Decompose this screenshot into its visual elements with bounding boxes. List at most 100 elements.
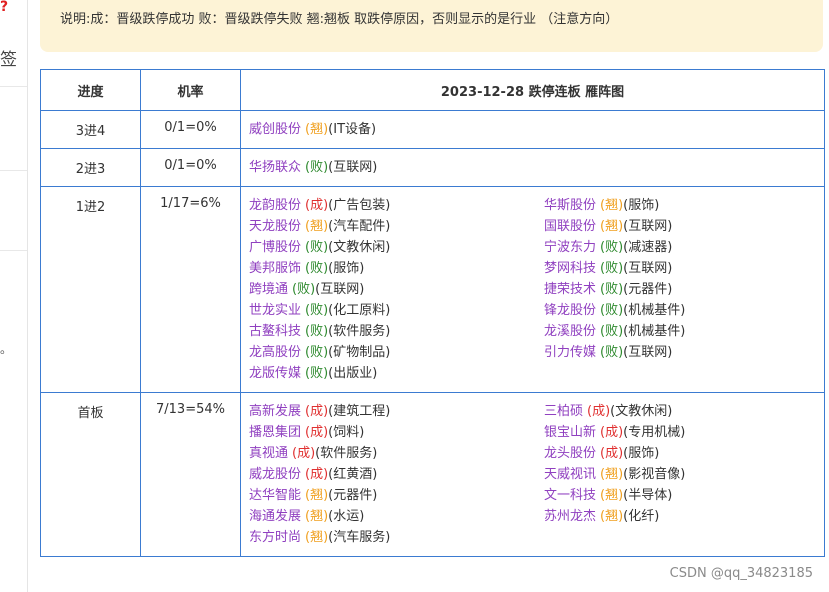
stock-status: (败) (305, 366, 329, 381)
stock-item: 播恩集团 (成)(饲料) (249, 422, 544, 443)
stock-industry: (矿物制品) (328, 345, 391, 360)
stock-industry: (建筑工程) (328, 404, 391, 419)
stock-industry: (化工原料) (328, 303, 391, 318)
stock-industry: (服饰) (623, 198, 660, 213)
stock-name-link[interactable]: 东方时尚 (249, 530, 301, 545)
stock-item: 天威视讯 (翘)(影视音像) (544, 464, 784, 485)
stock-name-link[interactable]: 文一科技 (544, 488, 596, 503)
row-rate: 0/1=0% (140, 148, 241, 187)
stock-name-link[interactable]: 龙头股份 (544, 446, 596, 461)
stock-industry: (文教休闲) (610, 404, 673, 419)
stock-status: (败) (600, 303, 624, 318)
stock-industry: (软件服务) (315, 446, 378, 461)
row-stocks: 威创股份 (翘)(IT设备) (240, 110, 825, 149)
stock-name-link[interactable]: 锋龙股份 (544, 303, 596, 318)
stock-industry: (互联网) (328, 160, 378, 175)
stock-item: 古鳌科技 (败)(软件服务) (249, 321, 544, 342)
stock-industry: (服饰) (623, 446, 660, 461)
stock-item: 天龙股份 (翘)(汽车配件) (249, 216, 544, 237)
stock-list: 威创股份 (翘)(IT设备) (249, 119, 824, 140)
table-row: 2进3 0/1=0% 华扬联众 (败)(互联网) (40, 148, 825, 187)
legend-notice: 说明:成：晋级跌停成功 败：晋级跌停失败 翘:翘板 取跌停原因，否则显示的是行业… (40, 0, 823, 52)
stock-status: (成) (292, 446, 316, 461)
stock-name-link[interactable]: 真视通 (249, 446, 288, 461)
stock-status: (翘) (600, 219, 624, 234)
stock-item: 东方时尚 (翘)(汽车服务) (249, 527, 544, 548)
stock-status: (败) (305, 261, 329, 276)
stock-item: 苏州龙杰 (翘)(化纤) (544, 506, 784, 527)
stock-status: (败) (305, 303, 329, 318)
header-title: 2023-12-28 跌停连板 雁阵图 (240, 69, 825, 111)
stock-name-link[interactable]: 国联股份 (544, 219, 596, 234)
stock-item: 达华智能 (翘)(元器件) (249, 485, 544, 506)
stock-name-link[interactable]: 威龙股份 (249, 467, 301, 482)
legend-text: 说明:成：晋级跌停成功 败：晋级跌停失败 翘:翘板 取跌停原因，否则显示的是行业… (60, 12, 619, 27)
header-progress: 进度 (40, 69, 141, 111)
stock-name-link[interactable]: 龙高股份 (249, 345, 301, 360)
sidebar-divider (0, 250, 27, 251)
stock-status: (成) (305, 467, 329, 482)
stock-status: (败) (305, 345, 329, 360)
stock-name-link[interactable]: 银宝山新 (544, 425, 596, 440)
stock-item: 三柏硕 (成)(文教休闲) (544, 401, 784, 422)
stock-item: 捷荣技术 (败)(元器件) (544, 279, 784, 300)
row-rate: 1/17=6% (140, 186, 241, 393)
stock-name-link[interactable]: 广博股份 (249, 240, 301, 255)
stock-name-link[interactable]: 龙版传媒 (249, 366, 301, 381)
stock-status: (翘) (600, 488, 624, 503)
stock-name-link[interactable]: 世龙实业 (249, 303, 301, 318)
row-progress: 3进4 (40, 110, 141, 149)
stock-status: (败) (600, 240, 624, 255)
stock-item: 梦网科技 (败)(互联网) (544, 258, 784, 279)
stock-industry: (互联网) (623, 345, 673, 360)
stock-name-link[interactable]: 梦网科技 (544, 261, 596, 276)
stock-status: (翘) (600, 467, 624, 482)
stock-item: 文一科技 (翘)(半导体) (544, 485, 784, 506)
stock-name-link[interactable]: 龙溪股份 (544, 324, 596, 339)
stock-status: (翘) (305, 488, 329, 503)
stock-name-link[interactable]: 美邦服饰 (249, 261, 301, 276)
stock-name-link[interactable]: 跨境通 (249, 282, 288, 297)
stock-name-link[interactable]: 天龙股份 (249, 219, 301, 234)
stock-name-link[interactable]: 播恩集团 (249, 425, 301, 440)
table-row: 1进2 1/17=6% 龙韵股份 (成)(广告包装) 华斯股份 (翘)(服饰) 天龙股份 (翘… (40, 186, 825, 393)
stock-name-link[interactable]: 高新发展 (249, 404, 301, 419)
stock-item: 龙高股份 (败)(矿物制品) (249, 342, 544, 363)
stock-name-link[interactable]: 达华智能 (249, 488, 301, 503)
sidebar-char[interactable]: 签 (0, 48, 17, 72)
stock-name-link[interactable]: 天威视讯 (544, 467, 596, 482)
stock-name-link[interactable]: 威创股份 (249, 122, 301, 137)
stock-status: (翘) (305, 122, 329, 137)
stock-status: (翘) (305, 530, 329, 545)
stock-status: (败) (600, 324, 624, 339)
sidebar-divider (0, 86, 27, 87)
stock-industry: (饲料) (328, 425, 365, 440)
stock-list: 华扬联众 (败)(互联网) (249, 157, 824, 178)
stock-name-link[interactable]: 古鳌科技 (249, 324, 301, 339)
stock-status: (败) (600, 345, 624, 360)
stock-industry: (软件服务) (328, 324, 391, 339)
stock-name-link[interactable]: 海通发展 (249, 509, 301, 524)
stock-name-link[interactable]: 捷荣技术 (544, 282, 596, 297)
stock-name-link[interactable]: 苏州龙杰 (544, 509, 596, 524)
stock-name-link[interactable]: 宁波东力 (544, 240, 596, 255)
stock-status: (败) (305, 160, 329, 175)
stock-name-link[interactable]: 三柏硕 (544, 404, 583, 419)
stock-industry: (互联网) (623, 261, 673, 276)
stock-item: 宁波东力 (败)(减速器) (544, 237, 784, 258)
stock-status: (翘) (600, 198, 624, 213)
stock-status: (败) (305, 324, 329, 339)
stock-name-link[interactable]: 引力传媒 (544, 345, 596, 360)
stock-industry: (汽车服务) (328, 530, 391, 545)
stock-name-link[interactable]: 华斯股份 (544, 198, 596, 213)
stock-status: (翘) (600, 509, 624, 524)
stock-item: 威创股份 (翘)(IT设备) (249, 119, 544, 140)
stock-name-link[interactable]: 华扬联众 (249, 160, 301, 175)
stock-item: 海通发展 (翘)(水运) (249, 506, 544, 527)
row-progress: 2进3 (40, 148, 141, 187)
row-stocks: 高新发展 (成)(建筑工程) 三柏硕 (成)(文教休闲) 播恩集团 (成)(饲料) 银宝山新… (240, 392, 825, 557)
stock-item: 威龙股份 (成)(红黄酒) (249, 464, 544, 485)
stock-item: 华斯股份 (翘)(服饰) (544, 195, 784, 216)
stock-name-link[interactable]: 龙韵股份 (249, 198, 301, 213)
row-progress: 1进2 (40, 186, 141, 393)
